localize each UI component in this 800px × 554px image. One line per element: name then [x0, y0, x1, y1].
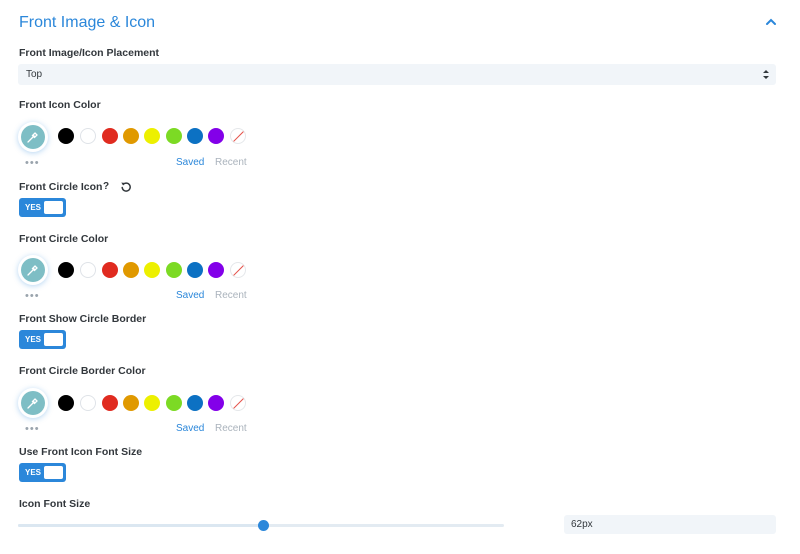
toggle-knob: [44, 333, 63, 346]
question-mark-icon[interactable]: ?: [100, 181, 112, 193]
swatch-orange[interactable]: [123, 128, 139, 144]
front-circle-color-label: Front Circle Color: [19, 233, 109, 245]
use-front-icon-font-size-toggle[interactable]: YES: [19, 463, 66, 482]
swatch-black[interactable]: [58, 395, 74, 411]
swatch-purple[interactable]: [208, 395, 224, 411]
swatch-orange[interactable]: [123, 395, 139, 411]
select-arrows-icon: [763, 70, 769, 79]
saved-colors-tab[interactable]: Saved: [176, 423, 204, 434]
swatch-yellow[interactable]: [144, 395, 160, 411]
swatch-black[interactable]: [58, 128, 74, 144]
recent-colors-tab[interactable]: Recent: [215, 423, 247, 434]
front-icon-color-label: Front Icon Color: [19, 99, 101, 111]
slider-handle[interactable]: [257, 520, 269, 531]
icon-font-size-label: Icon Font Size: [19, 498, 91, 510]
front-show-circle-border-toggle[interactable]: YES: [19, 330, 66, 349]
front-show-circle-border-label: Front Show Circle Border: [19, 313, 147, 325]
front-circle-border-color-swatches: [58, 395, 248, 411]
icon-font-size-input[interactable]: 62px: [564, 515, 776, 534]
toggle-knob: [44, 466, 63, 479]
eyedropper-icon: [27, 398, 38, 409]
slider-fill: [18, 524, 264, 527]
swatch-red[interactable]: [102, 128, 118, 144]
use-front-icon-font-size-label: Use Front Icon Font Size: [19, 446, 143, 458]
toggle-knob: [44, 201, 63, 214]
front-circle-border-color-label: Front Circle Border Color: [19, 365, 146, 377]
more-options-icon[interactable]: •••: [25, 158, 40, 169]
placement-label: Front Image/Icon Placement: [19, 47, 160, 59]
swatch-blue[interactable]: [187, 395, 203, 411]
swatch-white[interactable]: [80, 395, 96, 411]
front-icon-color-swatches: [58, 128, 248, 144]
front-circle-color-swatches: [58, 262, 248, 278]
saved-colors-tab[interactable]: Saved: [176, 157, 204, 168]
swatch-yellow[interactable]: [144, 128, 160, 144]
reset-icon[interactable]: [120, 181, 132, 193]
swatch-green[interactable]: [166, 262, 182, 278]
swatch-none-icon[interactable]: [230, 128, 246, 144]
saved-colors-tab[interactable]: Saved: [176, 290, 204, 301]
swatch-purple[interactable]: [208, 262, 224, 278]
swatch-red[interactable]: [102, 262, 118, 278]
swatch-blue[interactable]: [187, 262, 203, 278]
front-circle-icon-toggle[interactable]: YES: [19, 198, 66, 217]
swatch-white[interactable]: [80, 262, 96, 278]
toggle-state: YES: [25, 203, 42, 212]
color-picker-swatch: [21, 391, 45, 415]
swatch-none-icon[interactable]: [230, 395, 246, 411]
swatch-red[interactable]: [102, 395, 118, 411]
recent-colors-tab[interactable]: Recent: [215, 157, 247, 168]
eyedropper-icon: [27, 265, 38, 276]
toggle-state: YES: [25, 335, 42, 344]
swatch-black[interactable]: [58, 262, 74, 278]
recent-colors-tab[interactable]: Recent: [215, 290, 247, 301]
swatch-blue[interactable]: [187, 128, 203, 144]
more-options-icon[interactable]: •••: [25, 291, 40, 302]
swatch-purple[interactable]: [208, 128, 224, 144]
swatch-orange[interactable]: [123, 262, 139, 278]
swatch-white[interactable]: [80, 128, 96, 144]
section-title[interactable]: Front Image & Icon: [19, 14, 155, 32]
front-circle-color-picker[interactable]: [18, 255, 48, 285]
chevron-up-icon[interactable]: [764, 15, 778, 29]
placement-select-value: Top: [26, 69, 43, 80]
front-circle-icon-label: Front Circle Icon: [19, 181, 103, 193]
eyedropper-icon: [27, 132, 38, 143]
swatch-none-icon[interactable]: [230, 262, 246, 278]
placement-select[interactable]: Top: [18, 64, 776, 85]
front-icon-color-picker[interactable]: [18, 122, 48, 152]
swatch-yellow[interactable]: [144, 262, 160, 278]
swatch-green[interactable]: [166, 395, 182, 411]
color-picker-swatch: [21, 125, 45, 149]
toggle-state: YES: [25, 468, 42, 477]
more-options-icon[interactable]: •••: [25, 424, 40, 435]
color-picker-swatch: [21, 258, 45, 282]
swatch-green[interactable]: [166, 128, 182, 144]
front-circle-border-color-picker[interactable]: [18, 388, 48, 418]
